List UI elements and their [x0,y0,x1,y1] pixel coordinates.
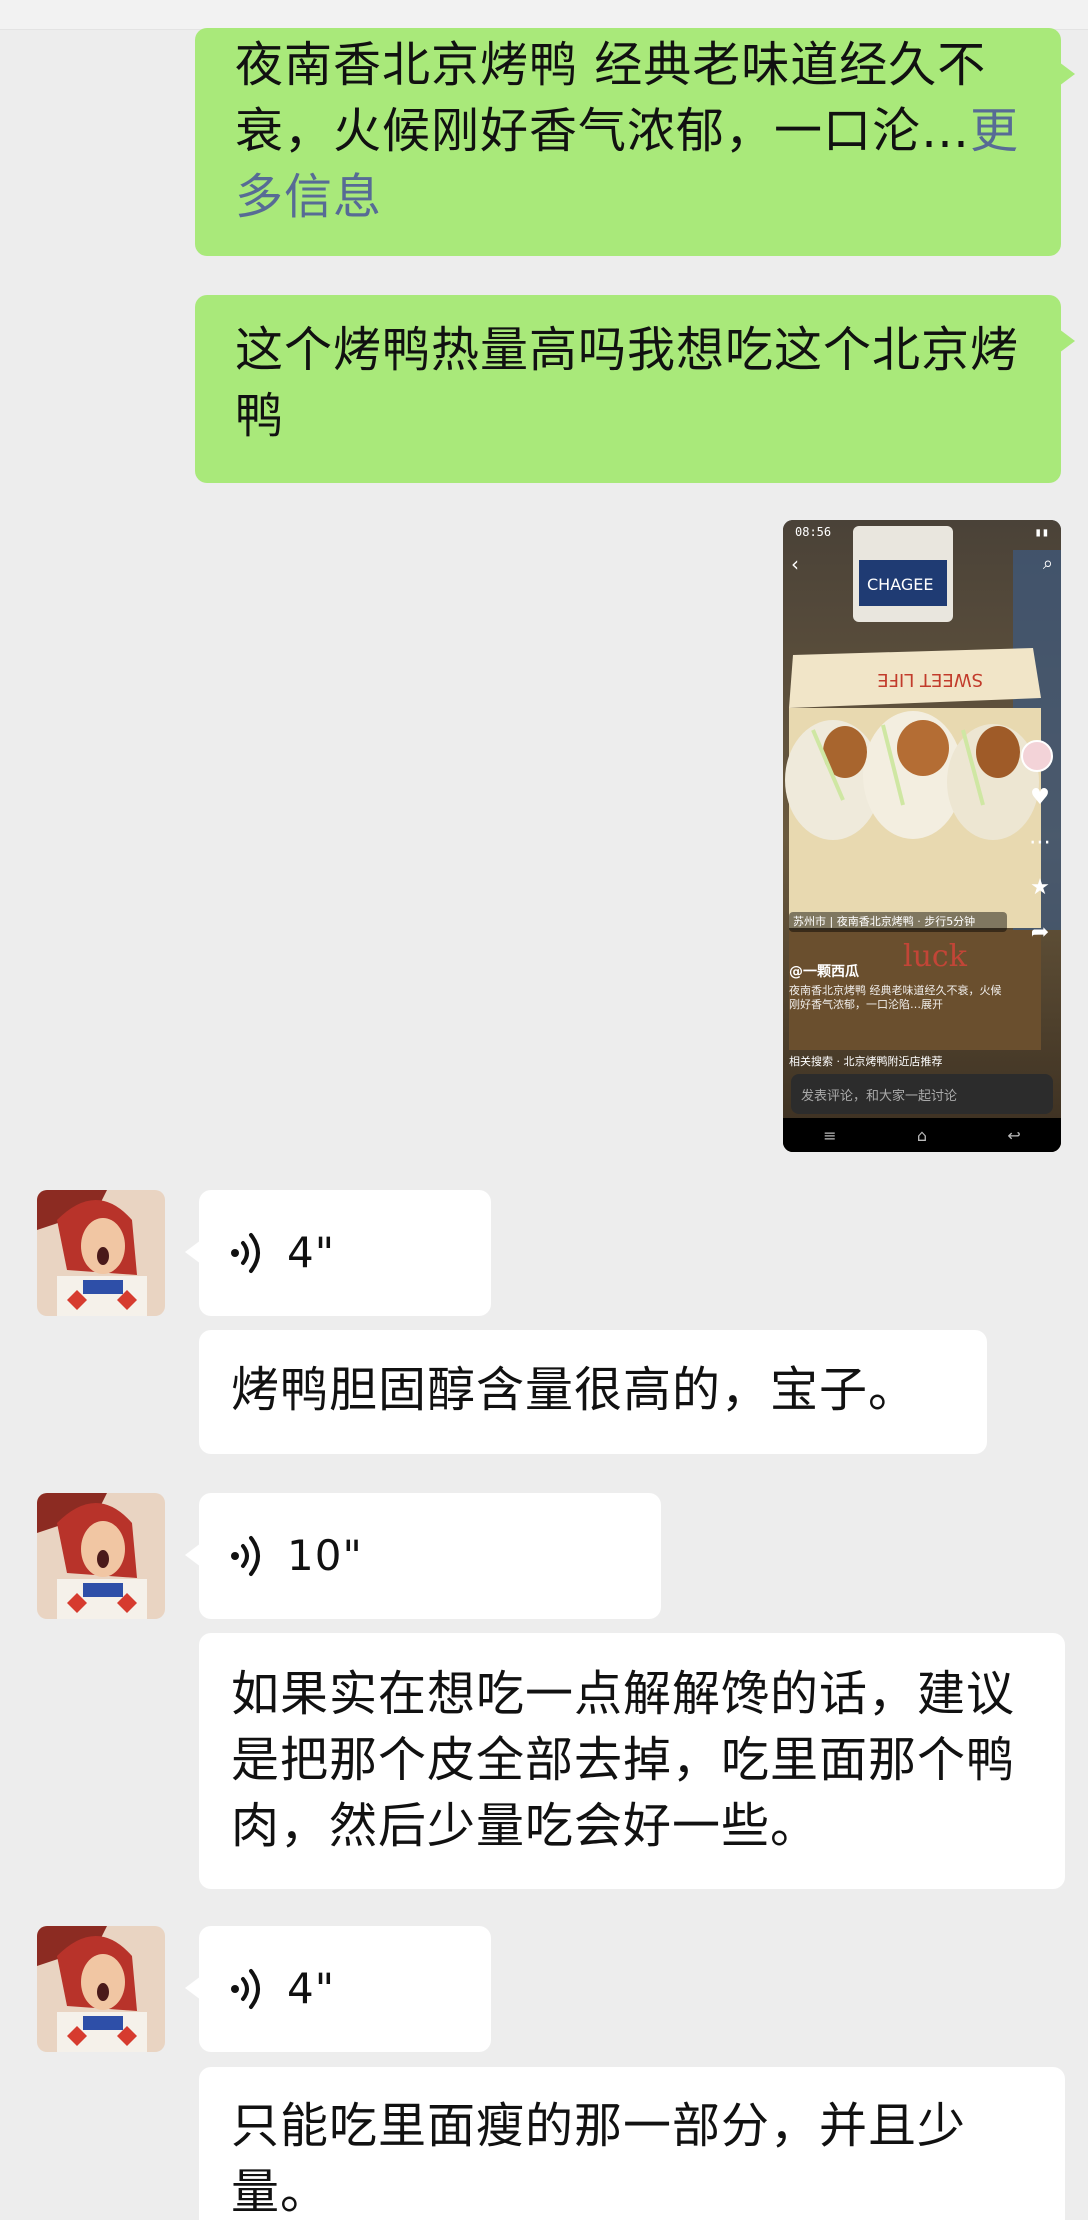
chat-view: 夜南香北京烤鸭 经典老味道经久不衰，火候刚好香气浓郁，一口沦…更多信息 这个烤鸭… [0,0,1088,2220]
battery-icon: ▮▮ [1034,525,1049,539]
transcript-text: 如果实在想吃一点解解馋的话，建议是把那个皮全部去掉，吃里面那个鸭肉，然后少量吃会… [231,1666,1016,1854]
voice-duration: 4" [287,1964,336,2013]
message-text: 这个烤鸭热量高吗我想吃这个北京烤鸭 [235,322,1020,444]
phone-nav-bar: ≡ ⌂ ↩ [783,1118,1061,1152]
sent-message-bubble[interactable]: 夜南香北京烤鸭 经典老味道经久不衰，火候刚好香气浓郁，一口沦…更多信息 [195,28,1075,256]
voice-duration: 4" [287,1228,336,1277]
message-text: 夜南香北京烤鸭 经典老味道经久不衰，火候刚好香气浓郁，一口沦… [235,37,987,159]
svg-text:luck: luck [903,939,968,974]
avatar[interactable] [37,1190,165,1316]
avatar[interactable] [37,1926,165,2052]
back-icon: ‹ [791,552,799,576]
back-nav-icon: ↩ [1007,1125,1021,1145]
voice-message-bubble[interactable]: 4" [185,1926,491,2052]
voice-message-bubble[interactable]: 4" [185,1190,491,1316]
voice-transcript-bubble[interactable]: 烤鸭胆固醇含量很高的，宝子。 [199,1330,987,1454]
author-name: @一颗西瓜 [789,964,859,980]
avatar-image [37,1493,165,1619]
transcript-text: 烤鸭胆固醇含量很高的，宝子。 [231,1362,918,1418]
comment-placeholder: 发表评论，和大家一起讨论 [801,1088,958,1104]
comment-input: 发表评论，和大家一起讨论 [791,1074,1053,1114]
status-time: 08:56 [795,525,832,539]
avatar-image [37,1190,165,1316]
video-caption: 夜南香北京烤鸭 经典老味道经久不衰，火候刚好香气浓郁，一口沦陷…展开 [789,984,1002,1011]
phone-status-bar: 08:56 ▮▮ [783,520,1061,544]
menu-icon: ≡ [823,1125,837,1145]
share-icon: ➦ [1030,920,1050,945]
location-tag: 苏州市 | 夜南香北京烤鸭 · 步行5分钟 [789,912,1007,932]
voice-duration: 10" [287,1531,363,1580]
voice-message-bubble[interactable]: 10" [185,1493,661,1619]
comment-icon: ⋯ [1029,830,1051,855]
sent-message-bubble[interactable]: 这个烤鸭热量高吗我想吃这个北京烤鸭 [195,295,1075,483]
voice-wave-icon [231,1969,260,2009]
transcript-text: 只能吃里面瘦的那一部分，并且少量。 [231,2098,967,2220]
favorite-icon: ★ [1030,875,1050,900]
voice-wave-icon [231,1536,260,1576]
voice-transcript-bubble[interactable]: 只能吃里面瘦的那一部分，并且少量。 [199,2067,1065,2220]
avatar[interactable] [37,1493,165,1619]
search-icon: ⌕ [1042,553,1053,574]
like-icon: ♥ [1030,785,1050,810]
svg-text:CHAGEE: CHAGEE [867,575,933,594]
voice-transcript-bubble[interactable]: 如果实在想吃一点解解馋的话，建议是把那个皮全部去掉，吃里面那个鸭肉，然后少量吃会… [199,1633,1065,1889]
home-icon: ⌂ [916,1125,928,1145]
related-search: 相关搜索 · 北京烤鸭附近店推荐 [789,1055,943,1068]
avatar-image [37,1926,165,2052]
title-bar-edge [0,0,1088,30]
sent-screenshot-image[interactable]: CHAGEE SWEET LIFE luck 08:56 ▮▮ ‹ ⌕ ♥ ⋯ … [783,520,1061,1152]
svg-text:SWEET LIFE: SWEET LIFE [877,669,983,690]
voice-wave-icon [231,1233,260,1273]
